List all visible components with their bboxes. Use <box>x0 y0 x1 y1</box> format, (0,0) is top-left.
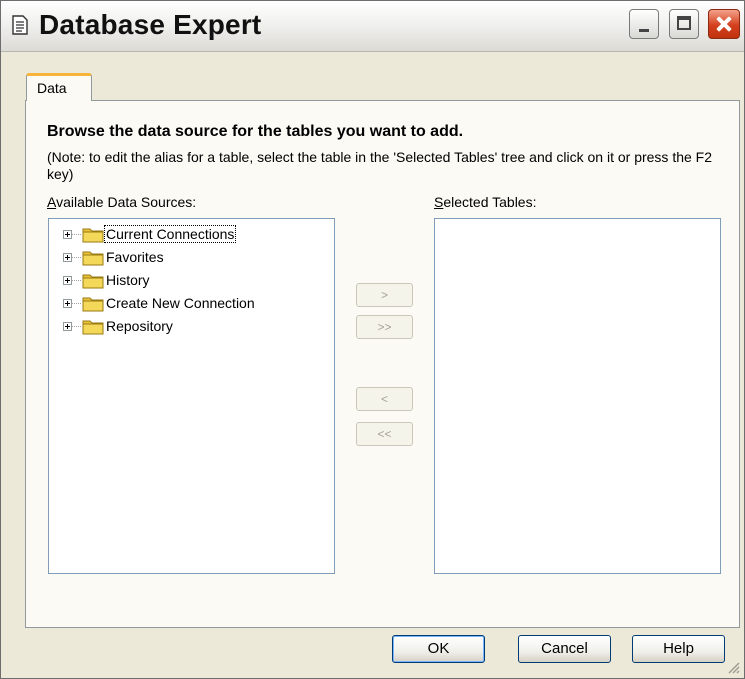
window-title: Database Expert <box>39 9 262 40</box>
tree-connector-line <box>72 280 81 281</box>
folder-icon <box>82 228 104 243</box>
selected-label-accel: S <box>434 194 444 210</box>
remove-all-tables-button[interactable]: << <box>356 422 413 446</box>
tab-data[interactable]: Data <box>26 73 92 101</box>
tree-connector-line <box>72 326 81 327</box>
instruction-note: (Note: to edit the alias for a table, se… <box>47 149 713 182</box>
help-button[interactable]: Help <box>632 635 725 663</box>
add-all-tables-button[interactable]: >> <box>356 315 413 339</box>
remove-table-button[interactable]: < <box>356 387 413 411</box>
folder-icon <box>82 251 104 266</box>
title-bar[interactable]: Database Expert <box>1 1 744 52</box>
available-data-sources-tree[interactable]: Current Connections Favorites History Cr… <box>48 218 335 574</box>
ok-button[interactable]: OK <box>392 635 485 663</box>
expand-plus-icon[interactable] <box>63 299 72 308</box>
cancel-button[interactable]: Cancel <box>518 635 611 663</box>
folder-icon <box>82 320 104 335</box>
available-label-rest: vailable Data Sources: <box>56 194 197 210</box>
database-expert-window: Database Expert Data Browse the data sou… <box>0 0 745 679</box>
tree-item-label: Repository <box>106 318 173 334</box>
selected-label-rest: elected Tables: <box>443 194 537 210</box>
tree-connector-line <box>72 257 81 258</box>
tree-item-label: Current Connections <box>103 225 237 243</box>
maximize-button[interactable] <box>669 9 699 39</box>
folder-icon <box>82 274 104 289</box>
expand-plus-icon[interactable] <box>63 276 72 285</box>
tree-item-label: Create New Connection <box>106 295 255 311</box>
expand-plus-icon[interactable] <box>63 253 72 262</box>
available-label-accel: A <box>47 194 57 210</box>
folder-icon <box>82 297 104 312</box>
tree-item-label: Favorites <box>106 249 164 265</box>
instruction-heading: Browse the data source for the tables yo… <box>47 123 464 140</box>
tree-item-label: History <box>106 272 150 288</box>
expand-plus-icon[interactable] <box>63 322 72 331</box>
selected-tables-tree[interactable] <box>434 218 721 574</box>
document-icon <box>12 15 28 35</box>
tree-connector-line <box>72 234 81 235</box>
close-button[interactable] <box>708 9 740 39</box>
resize-grip-icon[interactable] <box>726 660 740 674</box>
available-data-sources-label: Available Data Sources: <box>47 194 196 210</box>
minimize-button[interactable] <box>629 9 659 39</box>
selected-tables-label: Selected Tables: <box>434 194 536 210</box>
tree-connector-line <box>72 303 81 304</box>
expand-plus-icon[interactable] <box>63 230 72 239</box>
add-table-button[interactable]: > <box>356 283 413 307</box>
